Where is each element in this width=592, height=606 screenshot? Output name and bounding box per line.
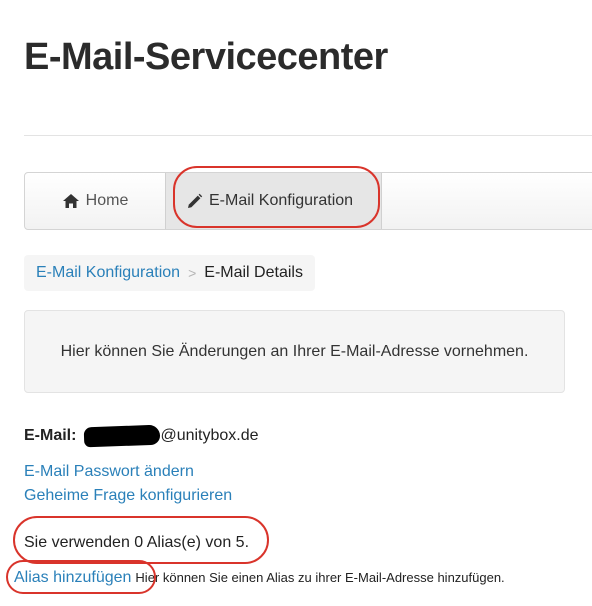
add-alias-link[interactable]: Alias hinzufügen [14, 569, 131, 587]
secret-question-link[interactable]: Geheime Frage konfigurieren [24, 487, 232, 505]
breadcrumb: E-Mail Konfiguration > E-Mail Details [24, 255, 315, 291]
nav-email-configuration[interactable]: E-Mail Konfiguration [165, 173, 382, 229]
email-label: E-Mail: [24, 427, 77, 444]
navbar: Home E-Mail Konfiguration [24, 172, 592, 230]
change-password-link[interactable]: E-Mail Passwort ändern [24, 463, 194, 481]
breadcrumb-separator: > [188, 265, 197, 281]
email-row: E-Mail: @unitybox.de [24, 424, 259, 448]
breadcrumb-link-config[interactable]: E-Mail Konfiguration [36, 264, 180, 282]
alias-usage-text: Sie verwenden 0 Alias(e) von 5. [24, 534, 250, 551]
info-text: Hier können Sie Änderungen an Ihrer E-Ma… [60, 342, 529, 360]
alias-help-text: Hier können Sie einen Alias zu ihrer E-M… [135, 570, 505, 585]
nav-home-label: Home [85, 192, 129, 209]
breadcrumb-current: E-Mail Details [204, 264, 303, 281]
page-title: E-Mail-Servicecenter [24, 36, 388, 78]
nav-home[interactable]: Home [25, 173, 165, 229]
email-domain: @unitybox.de [160, 427, 259, 444]
nav-config-label: E-Mail Konfiguration [209, 192, 354, 209]
alias-row: Alias hinzufügen Hier können Sie einen A… [14, 569, 505, 587]
info-box: Hier können Sie Änderungen an Ihrer E-Ma… [24, 310, 565, 393]
home-icon [62, 194, 79, 208]
page: E-Mail-Servicecenter Home E-Mail Konfigu… [0, 0, 592, 606]
pencil-icon [188, 193, 203, 208]
divider [24, 135, 592, 136]
redacted-username [84, 424, 161, 448]
